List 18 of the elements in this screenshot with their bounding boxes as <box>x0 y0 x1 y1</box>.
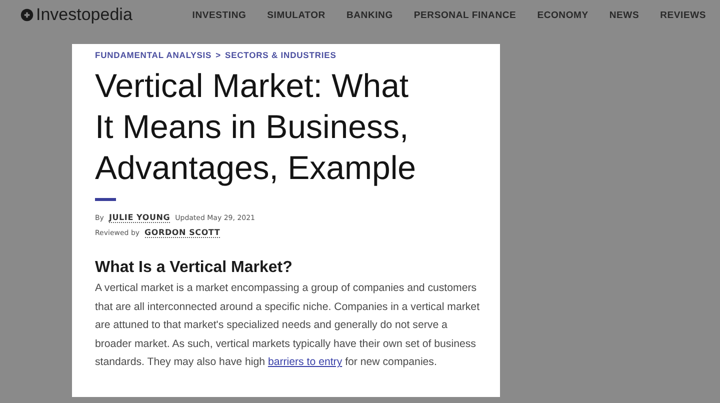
nav-link[interactable]: BANKING <box>346 10 393 20</box>
section-heading: What Is a Vertical Market? <box>95 259 294 277</box>
nav-link[interactable]: SIMULATOR <box>267 10 326 20</box>
breadcrumb-link[interactable]: SECTORS & INDUSTRIES <box>225 50 336 60</box>
author-link[interactable]: JULIE YOUNG <box>108 213 170 223</box>
breadcrumb-separator: > <box>216 50 221 60</box>
breadcrumb-link[interactable]: FUNDAMENTAL ANALYSIS <box>95 50 212 60</box>
reviewer-link[interactable]: GORDON SCOTT <box>144 228 220 238</box>
nav-link[interactable]: INVESTING <box>192 10 246 20</box>
barriers-link[interactable]: barriers to entry <box>268 356 342 368</box>
article-paragraph: A vertical market is a market encompassing a group of companies and customers that are all interconnected around a specific niche. Companies in a vertical market are attuned to that market's specialized needs and generally do not serve a broader market. As such, vertical markets typically have their own set of business standards. They may also have high barriers to entry for new companies. <box>95 281 480 370</box>
nav-link[interactable]: ECONOMY <box>537 10 588 20</box>
logo-text[interactable]: Investopedia <box>36 5 132 25</box>
nav-link[interactable]: PERSONAL FINANCE <box>414 10 516 20</box>
article-title: Vertical Market: What It Means in Business, Advantages, Example <box>95 66 418 188</box>
nav-link[interactable]: NEWS <box>609 10 640 20</box>
logo-icon <box>20 8 34 22</box>
nav-link[interactable]: REVIEWS <box>660 10 706 20</box>
